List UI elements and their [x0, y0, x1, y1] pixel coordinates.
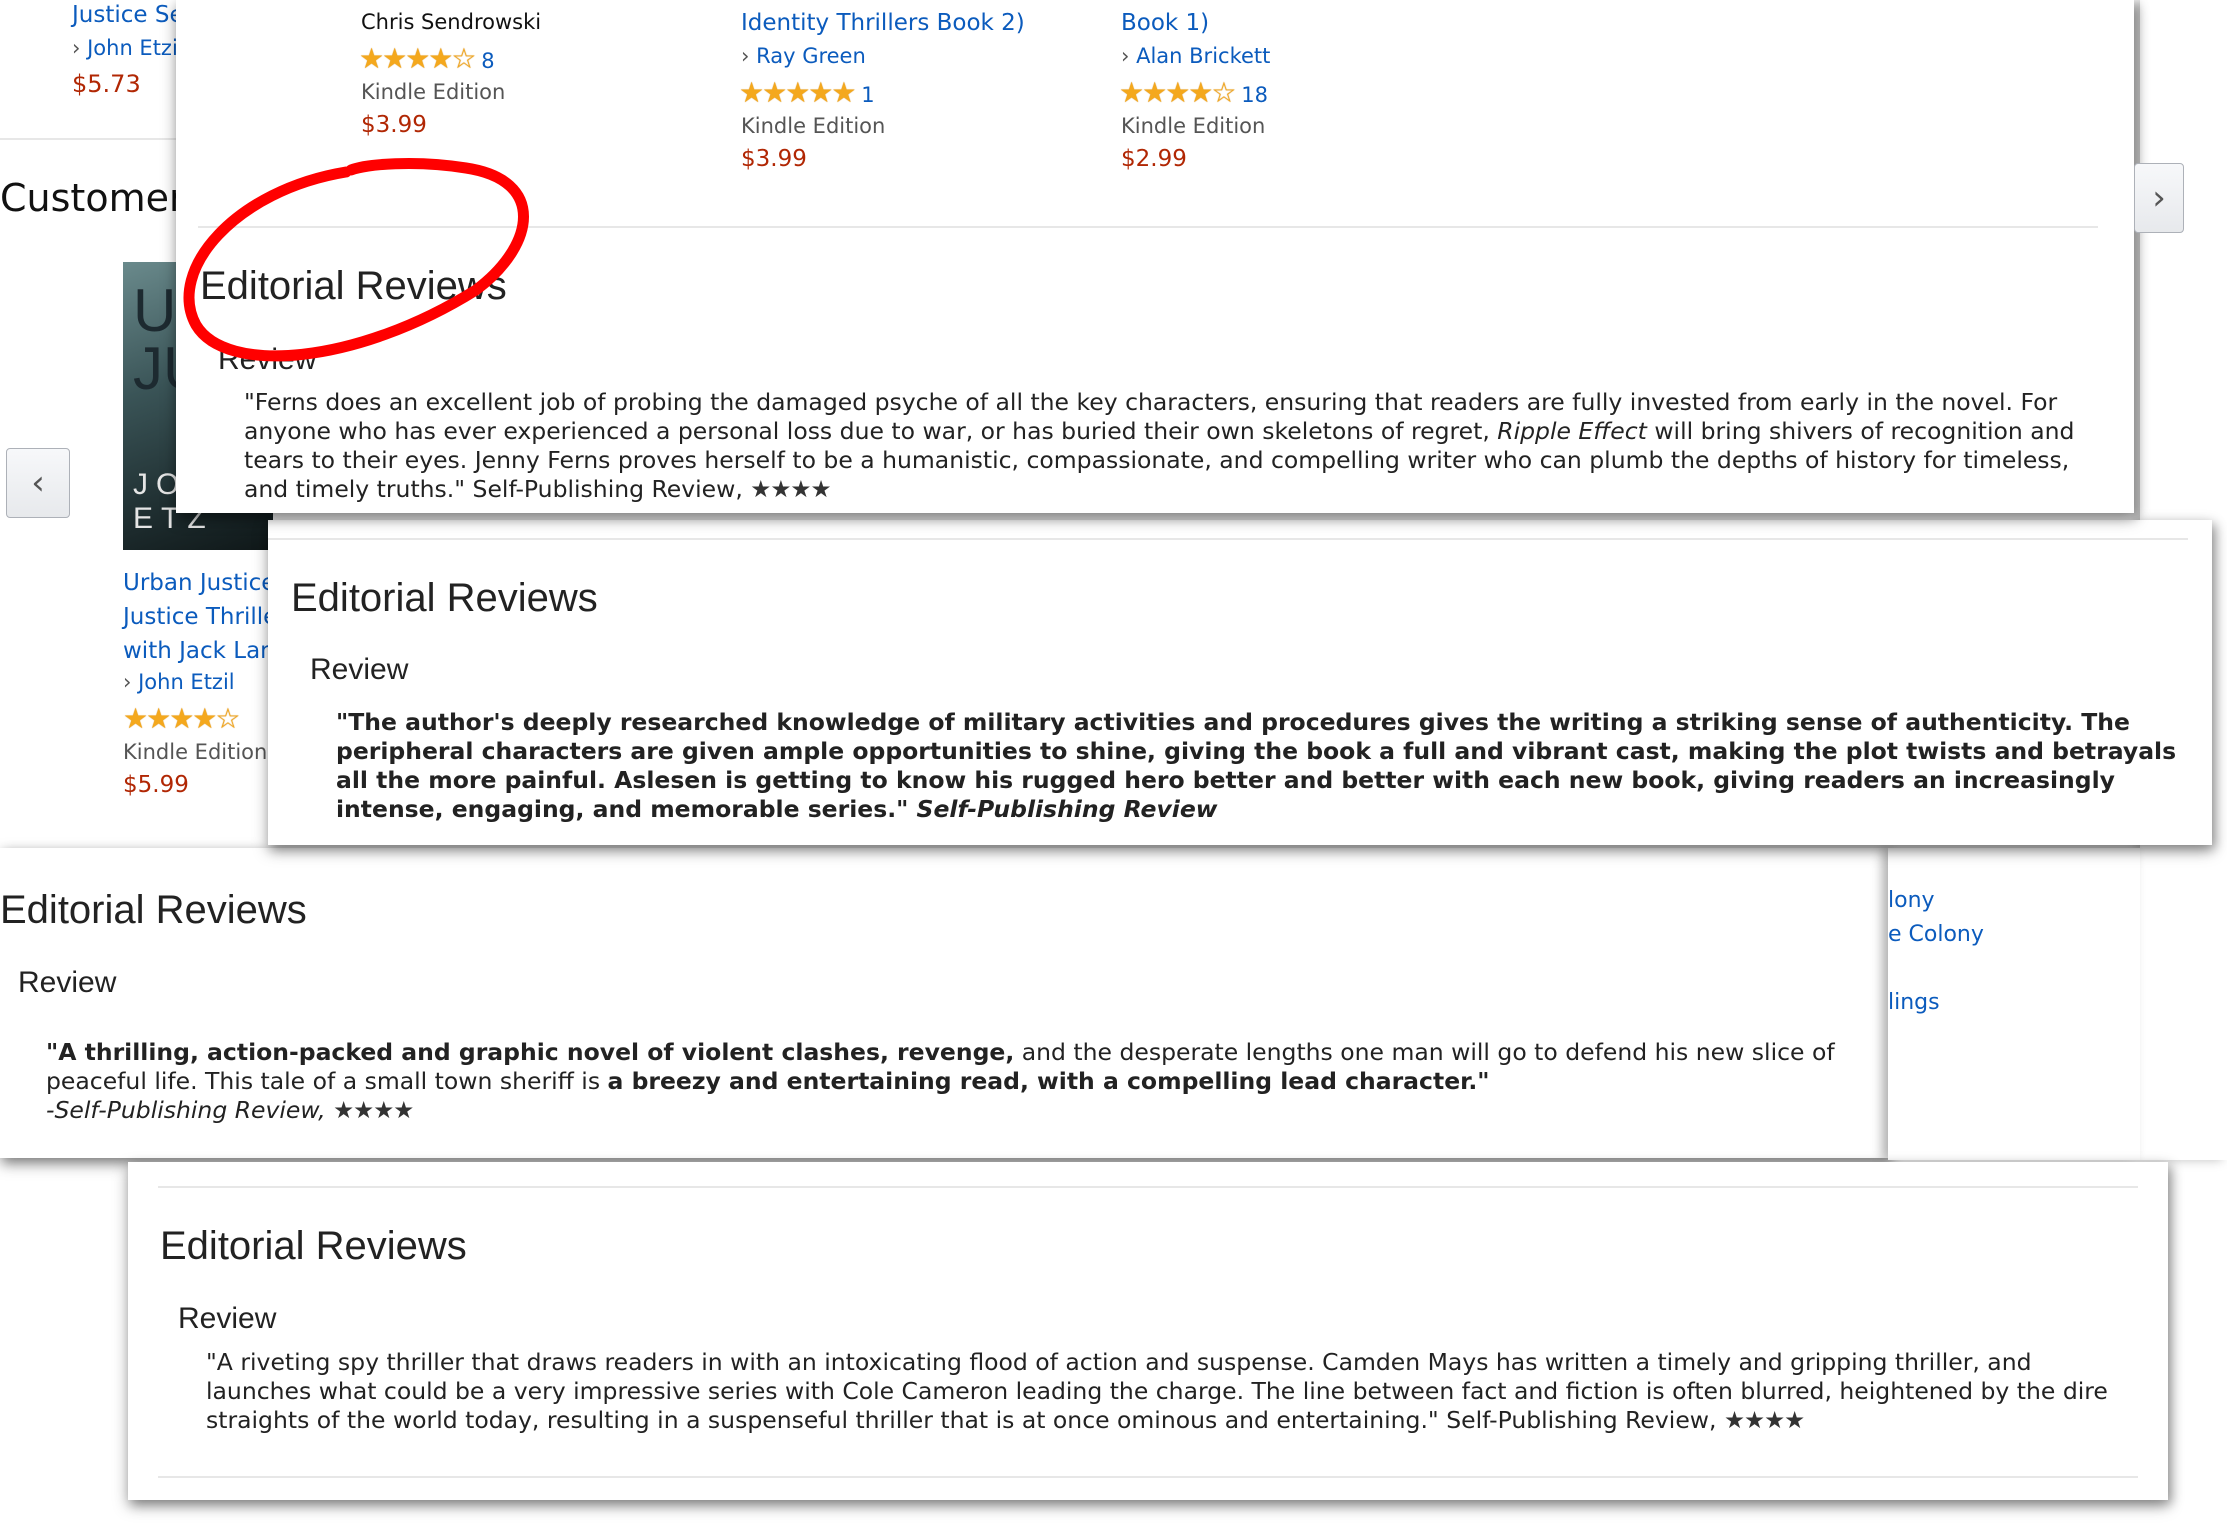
- divider: [0, 138, 180, 140]
- product-rating[interactable]: ★★★★☆ 8: [359, 42, 495, 75]
- divider: [268, 538, 2188, 540]
- chevron-right-icon: ›: [2152, 178, 2166, 218]
- divider: [158, 1186, 2138, 1188]
- section-heading-customers: Customers: [0, 176, 205, 220]
- bg-book-title[interactable]: Urban Justice Justice Thrille with Jack …: [123, 566, 283, 668]
- author-link[interactable]: Alan Brickett: [1136, 44, 1270, 68]
- product-price: $3.99: [361, 112, 427, 138]
- carousel-prev-button[interactable]: ‹: [6, 448, 70, 518]
- product-format: Kindle Edition: [361, 80, 506, 104]
- product-format: Kindle Edition: [1121, 114, 1266, 138]
- review-stars-icon: ★★★★: [1723, 1406, 1805, 1434]
- side-link[interactable]: lony: [1888, 888, 1935, 913]
- product-author[interactable]: › Ray Green: [741, 44, 866, 68]
- review-plain-text: "A riveting spy thriller that draws read…: [206, 1348, 2108, 1434]
- review-bold-text: a breezy and entertaining read, with a c…: [607, 1067, 1490, 1095]
- editorial-reviews-card-3: Editorial Reviews Review "A thrilling, a…: [0, 848, 1888, 1158]
- carousel-next-button[interactable]: ›: [2134, 163, 2184, 233]
- product-rating[interactable]: ★★★★★ 1: [739, 76, 875, 109]
- review-subheading: Review: [178, 1302, 277, 1335]
- editorial-reviews-card-1: Chris Sendrowski ★★★★☆ 8 Kindle Edition …: [176, 0, 2134, 513]
- bg-book-price: $5.99: [123, 772, 189, 798]
- chevron-right-icon: ›: [741, 44, 750, 68]
- bg-product-author[interactable]: › John Etzi: [72, 36, 178, 60]
- side-link[interactable]: lings: [1888, 990, 1940, 1015]
- product-rating[interactable]: ★★★★☆ 18: [1119, 76, 1268, 109]
- bg-product-price: $5.73: [72, 70, 141, 98]
- bg-book-format: Kindle Edition: [123, 740, 268, 764]
- star-rating-icon: ★★★★☆: [359, 42, 477, 75]
- review-source: Self-Publishing Review: [916, 795, 1218, 823]
- title-line[interactable]: with Jack Lam: [123, 634, 283, 668]
- title-line[interactable]: Justice Thrille: [123, 600, 283, 634]
- review-bold-text: "A thrilling, action-packed and graphic …: [46, 1038, 1015, 1066]
- editorial-reviews-heading: Editorial Reviews: [0, 888, 307, 932]
- star-rating-icon: ★★★★★: [739, 76, 857, 109]
- review-text: "The author's deeply researched knowledg…: [336, 708, 2186, 824]
- product-price: $3.99: [741, 146, 807, 172]
- title-line[interactable]: Urban Justice: [123, 566, 283, 600]
- review-count-link[interactable]: 1: [861, 83, 874, 107]
- star-rating[interactable]: ★★★★☆: [123, 702, 241, 735]
- bg-book-author[interactable]: › John Etzil: [123, 670, 235, 694]
- product-price: $2.99: [1121, 146, 1187, 172]
- review-subheading: Review: [18, 966, 117, 999]
- editorial-reviews-heading: Editorial Reviews: [160, 1224, 467, 1268]
- product-author[interactable]: › Alan Brickett: [1121, 44, 1270, 68]
- product-title[interactable]: Identity Thrillers Book 2): [741, 10, 1025, 36]
- review-subheading: Review: [310, 653, 409, 686]
- editorial-reviews-card-2: Editorial Reviews Review "The author's d…: [268, 520, 2212, 845]
- review-stars-icon: ★★★★: [750, 475, 831, 503]
- editorial-reviews-heading: Editorial Reviews: [291, 576, 598, 620]
- review-count-link[interactable]: 18: [1241, 83, 1268, 107]
- chevron-left-icon: ‹: [31, 463, 45, 503]
- divider: [158, 1476, 2138, 1478]
- side-link[interactable]: e Colony: [1888, 922, 1984, 947]
- product-title[interactable]: Book 1): [1121, 10, 1209, 36]
- book-title-italic: Ripple Effect: [1497, 417, 1647, 445]
- star-rating-icon: ★★★★☆: [1119, 76, 1237, 109]
- bg-product-title[interactable]: Justice Se: [72, 2, 184, 28]
- editorial-reviews-card-4: Editorial Reviews Review "A riveting spy…: [128, 1162, 2168, 1500]
- bg-book-author-link[interactable]: John Etzil: [138, 670, 235, 694]
- review-stars-icon: ★★★★: [333, 1096, 414, 1124]
- review-text: "A riveting spy thriller that draws read…: [206, 1348, 2126, 1435]
- chevron-right-icon: ›: [1121, 44, 1130, 68]
- bg-author-link[interactable]: John Etzi: [87, 36, 178, 60]
- product-format: Kindle Edition: [741, 114, 886, 138]
- chevron-right-icon: ›: [72, 36, 81, 60]
- side-panel: lony e Colony lings: [1888, 848, 2140, 1160]
- review-count-link[interactable]: 8: [481, 49, 494, 73]
- product-author: Chris Sendrowski: [361, 10, 542, 34]
- annotation-stroke: [183, 158, 529, 362]
- author-link[interactable]: Ray Green: [756, 44, 866, 68]
- review-bold-text: "The author's deeply researched knowledg…: [336, 708, 2177, 823]
- review-text: "Ferns does an excellent job of probing …: [244, 388, 2104, 504]
- review-text: "A thrilling, action-packed and graphic …: [46, 1038, 1846, 1125]
- chevron-right-icon: ›: [123, 670, 132, 694]
- red-circle-annotation: [183, 158, 529, 362]
- review-source: -Self-Publishing Review,: [46, 1096, 326, 1124]
